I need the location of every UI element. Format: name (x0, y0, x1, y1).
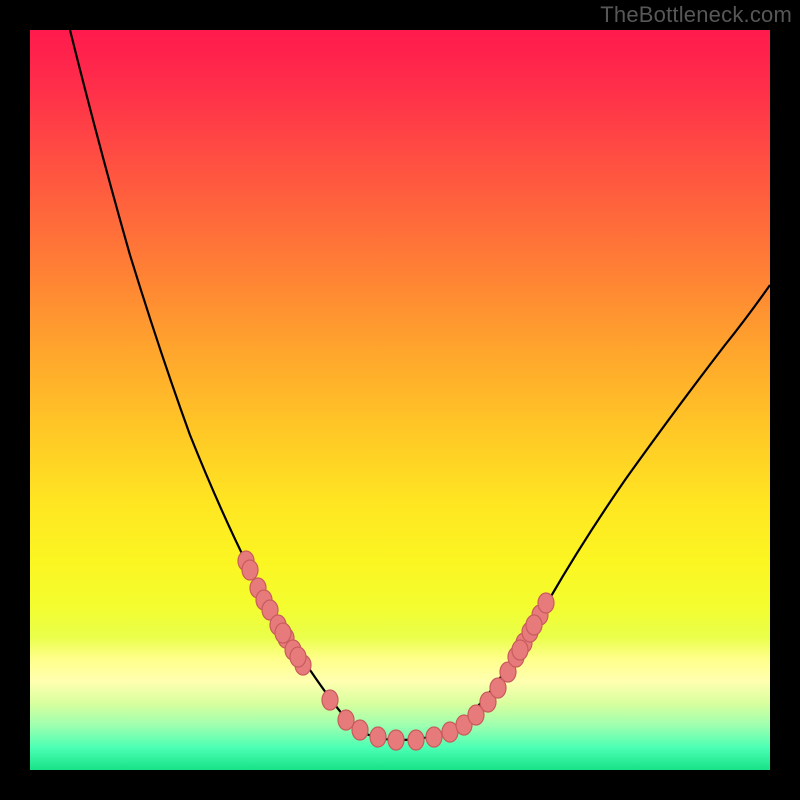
data-point (290, 647, 306, 667)
data-point (322, 690, 338, 710)
data-point (275, 623, 291, 643)
watermark-text: TheBottleneck.com (600, 2, 792, 28)
chart-frame: TheBottleneck.com (0, 0, 800, 800)
data-point (512, 640, 528, 660)
data-point (370, 727, 386, 747)
data-point (538, 593, 554, 613)
plot-area (30, 30, 770, 770)
data-point (338, 710, 354, 730)
data-point (426, 727, 442, 747)
data-point (388, 730, 404, 750)
data-points (238, 551, 554, 750)
right-curve (400, 285, 770, 740)
curve-layer (30, 30, 770, 770)
data-point (242, 560, 258, 580)
data-point (352, 720, 368, 740)
left-curve (70, 30, 400, 740)
data-point (526, 615, 542, 635)
data-point (408, 730, 424, 750)
